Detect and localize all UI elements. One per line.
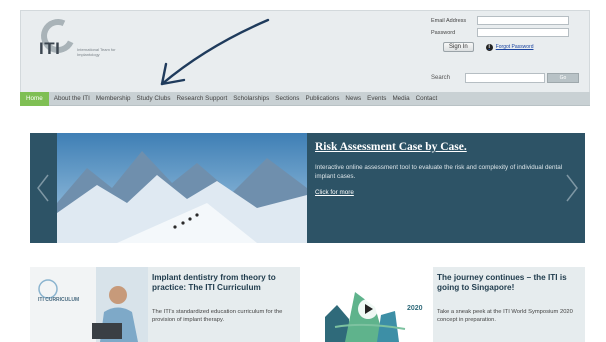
search-button[interactable]: Go <box>547 73 579 83</box>
banner-description: Interactive online assessment tool to ev… <box>315 164 563 180</box>
nav-item-about[interactable]: About the ITI <box>51 92 93 106</box>
nav-item-media[interactable]: Media <box>389 92 412 106</box>
curriculum-card-title[interactable]: Implant dentistry from theory to practic… <box>152 273 297 292</box>
nav-item-study-clubs[interactable]: Study Clubs <box>134 92 174 106</box>
curriculum-card[interactable]: ITI CURRICULUM Implant dentistry from th… <box>30 267 300 342</box>
search-input[interactable] <box>465 73 545 83</box>
annotation-arrow-icon <box>160 18 270 86</box>
forgot-password-label: Forgot Password <box>495 44 534 50</box>
logo-text: ITI <box>39 39 61 58</box>
nav-item-scholarships[interactable]: Scholarships <box>230 92 272 106</box>
forgot-password-link[interactable]: i Forgot Password <box>485 43 534 51</box>
nav-item-home[interactable]: Home <box>20 91 49 106</box>
symposium-image-caption: 2020 <box>407 305 423 312</box>
symposium-card-text: Take a sneak peek at the ITI World Sympo… <box>437 309 573 323</box>
search-label: Search <box>431 75 451 81</box>
symposium-image: 2020 <box>315 267 433 342</box>
iti-logo[interactable]: ITI International Team for Implantology <box>33 14 143 73</box>
nav-item-research-support[interactable]: Research Support <box>173 92 230 106</box>
email-label: Email Address <box>431 17 467 24</box>
login-form: Email Address Password Sign In i Forgot … <box>431 15 591 52</box>
banner-title[interactable]: Risk Assessment Case by Case. <box>315 141 467 153</box>
curriculum-image-caption: ITI CURRICULUM <box>38 297 80 303</box>
symposium-card-title[interactable]: The journey continues – the ITI is going… <box>437 273 582 292</box>
search-bar: Search Go <box>431 73 579 83</box>
sign-in-button[interactable]: Sign In <box>443 42 474 52</box>
symposium-card[interactable]: 2020 The journey continues – the ITI is … <box>315 267 585 342</box>
logo-subtitle: International Team for Implantology <box>77 47 116 57</box>
site-header: ITI International Team for Implantology … <box>20 10 590 92</box>
mountain-image <box>57 133 307 243</box>
email-field[interactable] <box>477 16 569 25</box>
hero-banner: Risk Assessment Case by Case. Interactiv… <box>30 133 585 243</box>
nav-item-events[interactable]: Events <box>364 92 389 106</box>
banner-more-link[interactable]: Click for more <box>315 189 354 196</box>
nav-item-contact[interactable]: Contact <box>413 92 441 106</box>
nav-item-sections[interactable]: Sections <box>272 92 302 106</box>
curriculum-image: ITI CURRICULUM <box>30 267 148 342</box>
chevron-left-icon[interactable] <box>36 173 50 203</box>
chevron-right-icon[interactable] <box>565 173 579 203</box>
nav-item-membership[interactable]: Membership <box>93 92 134 106</box>
nav-item-publications[interactable]: Publications <box>302 92 342 106</box>
curriculum-card-text: The ITI's standardized education curricu… <box>152 309 283 323</box>
main-nav: Home About the ITI Membership Study Club… <box>20 91 590 106</box>
nav-item-news[interactable]: News <box>342 92 364 106</box>
info-icon: i <box>485 43 493 51</box>
password-field[interactable] <box>477 28 569 37</box>
password-label: Password <box>431 29 456 36</box>
